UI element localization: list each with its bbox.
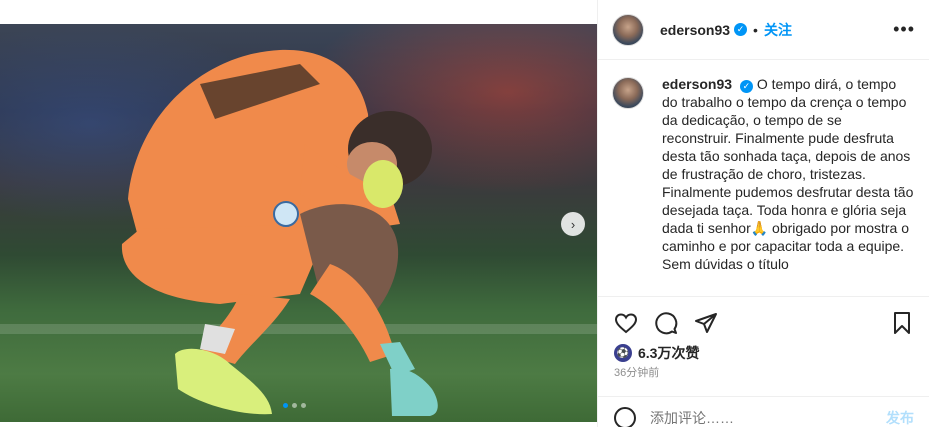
verified-badge-icon: ✓: [739, 79, 753, 93]
bookmark-icon[interactable]: [890, 311, 914, 335]
caption-body: O tempo dirá, o tempo do trabalho o temp…: [662, 76, 914, 272]
verified-badge-icon: ✓: [734, 23, 748, 36]
carousel-indicator: [283, 403, 306, 408]
likes-label: 6.3万次赞: [638, 345, 700, 361]
carousel-next-button[interactable]: ›: [561, 212, 585, 236]
avatar[interactable]: [612, 13, 644, 46]
emoji-icon[interactable]: [614, 407, 636, 427]
header-separator: •: [753, 21, 758, 38]
post-side-panel: ederson93 ✓ • 关注 ••• ederson93 ✓ O tempo…: [597, 0, 929, 427]
carousel-dot: [301, 403, 306, 408]
post-media: ›: [0, 0, 597, 427]
comment-bar: 发布: [598, 396, 929, 427]
chevron-right-icon: ›: [570, 216, 576, 232]
more-options-icon[interactable]: •••: [893, 19, 915, 40]
post-timestamp[interactable]: 36分钟前: [614, 364, 659, 380]
caption-avatar[interactable]: [612, 77, 644, 109]
caption-area: ederson93 ✓ O tempo dirá, o tempo do tra…: [598, 61, 929, 296]
post-actions: [598, 296, 929, 335]
goalkeeper-illustration: [121, 49, 438, 416]
post-header: ederson93 ✓ • 关注 •••: [598, 0, 929, 60]
caption-username[interactable]: ederson93: [662, 76, 732, 92]
carousel-dot: [283, 403, 288, 408]
follow-button[interactable]: 关注: [764, 20, 792, 40]
post-photo[interactable]: [0, 24, 597, 422]
caption-text: ederson93 ✓ O tempo dirá, o tempo do tra…: [662, 75, 914, 296]
heart-icon[interactable]: [614, 311, 638, 335]
header-username[interactable]: ederson93: [660, 22, 730, 38]
comment-icon[interactable]: [654, 311, 678, 335]
carousel-dot: [292, 403, 297, 408]
likes-count[interactable]: ⚽ 6.3万次赞: [614, 343, 699, 363]
liked-by-avatar-icon: ⚽: [614, 344, 632, 362]
post-comment-button[interactable]: 发布: [886, 408, 914, 427]
share-icon[interactable]: [694, 311, 718, 335]
comment-input[interactable]: [650, 410, 850, 426]
